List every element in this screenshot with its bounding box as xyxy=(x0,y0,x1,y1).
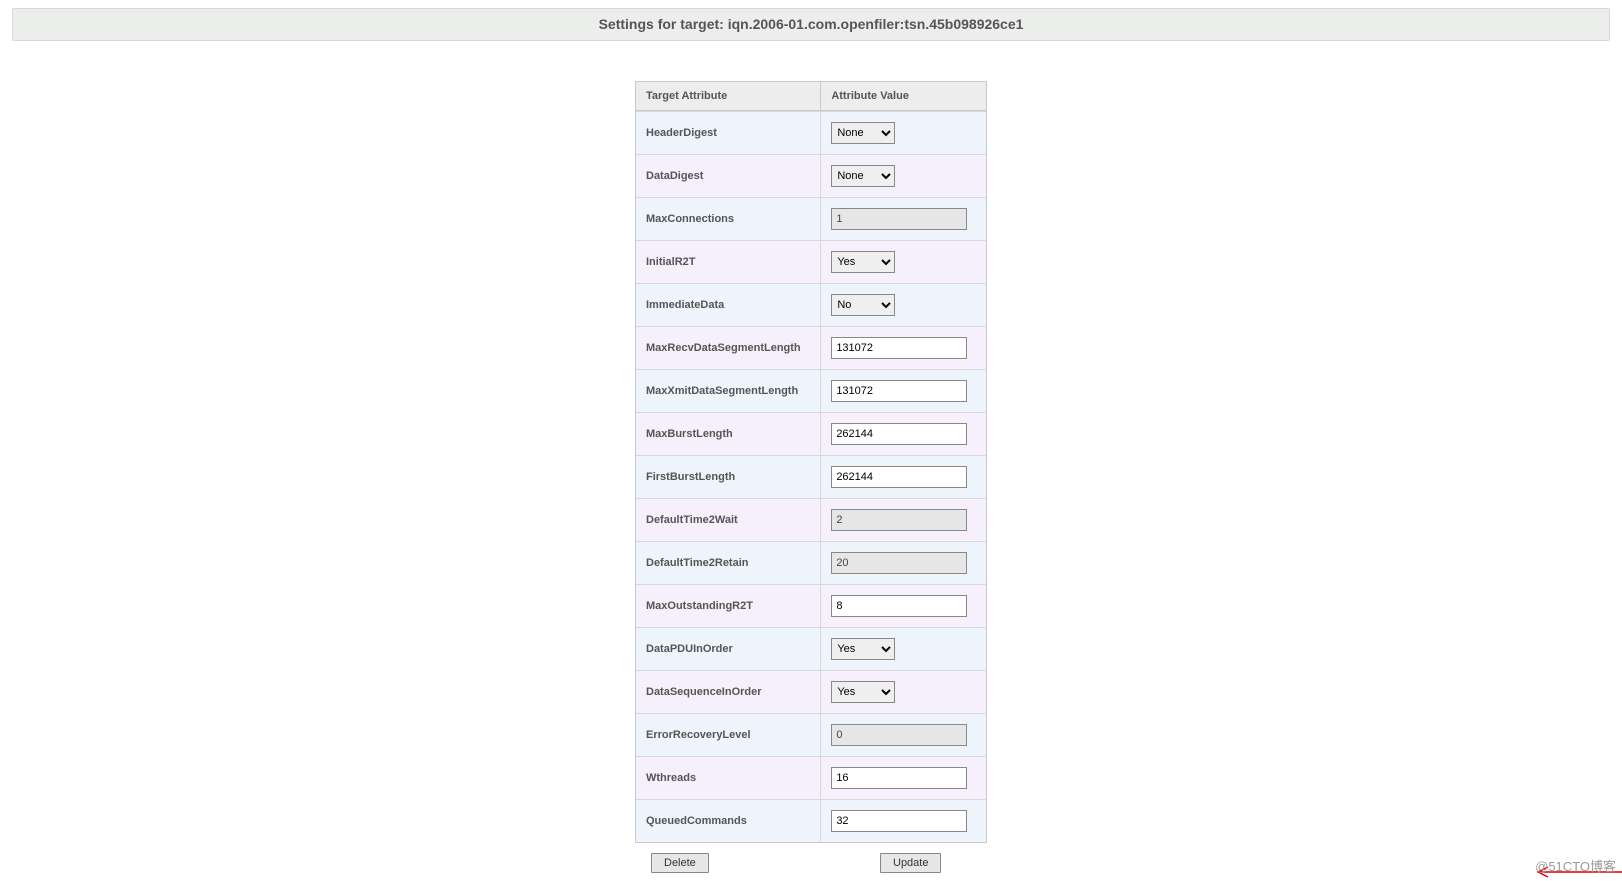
attribute-value-cell xyxy=(820,412,986,455)
attribute-name: FirstBurstLength xyxy=(636,455,820,498)
attribute-input[interactable] xyxy=(831,466,967,488)
attribute-select[interactable]: None xyxy=(831,122,895,144)
table-row: DataSequenceInOrder Yes xyxy=(636,670,986,713)
attribute-value-cell xyxy=(820,584,986,627)
attribute-name: ErrorRecoveryLevel xyxy=(636,713,820,756)
attribute-name: QueuedCommands xyxy=(636,799,820,842)
attribute-input xyxy=(831,509,967,531)
table-row: MaxConnections xyxy=(636,197,986,240)
attribute-select[interactable]: Yes xyxy=(831,681,895,703)
attribute-input xyxy=(831,208,967,230)
attribute-name: MaxBurstLength xyxy=(636,412,820,455)
attribute-input xyxy=(831,724,967,746)
table-row: ErrorRecoveryLevel xyxy=(636,713,986,756)
page-title: Settings for target: iqn.2006-01.com.ope… xyxy=(12,8,1610,41)
attribute-input[interactable] xyxy=(831,380,967,402)
attribute-input[interactable] xyxy=(831,337,967,359)
attribute-select[interactable]: None xyxy=(831,165,895,187)
attribute-value-cell: Yes xyxy=(820,670,986,713)
table-row: MaxBurstLength xyxy=(636,412,986,455)
attribute-name: DataSequenceInOrder xyxy=(636,670,820,713)
attribute-name: MaxRecvDataSegmentLength xyxy=(636,326,820,369)
table-row: ImmediateData No xyxy=(636,283,986,326)
attribute-value-cell xyxy=(820,197,986,240)
attribute-name: MaxConnections xyxy=(636,197,820,240)
table-row: DefaultTime2Wait xyxy=(636,498,986,541)
table-row: MaxXmitDataSegmentLength xyxy=(636,369,986,412)
attribute-name: DefaultTime2Wait xyxy=(636,498,820,541)
table-row: FirstBurstLength xyxy=(636,455,986,498)
attribute-value-cell: No xyxy=(820,283,986,326)
table-row: DataDigest None xyxy=(636,154,986,197)
table-row: Wthreads xyxy=(636,756,986,799)
delete-button[interactable]: Delete xyxy=(651,853,709,873)
table-row: QueuedCommands xyxy=(636,799,986,842)
attribute-name: ImmediateData xyxy=(636,283,820,326)
attribute-name: DataPDUInOrder xyxy=(636,627,820,670)
attribute-value-cell: None xyxy=(820,154,986,197)
attribute-input[interactable] xyxy=(831,767,967,789)
attribute-value-cell xyxy=(820,498,986,541)
attribute-select[interactable]: No xyxy=(831,294,895,316)
attribute-value-cell: Yes xyxy=(820,240,986,283)
column-header-value: Attribute Value xyxy=(820,82,986,111)
attribute-select[interactable]: Yes xyxy=(831,638,895,660)
attribute-value-cell xyxy=(820,455,986,498)
attribute-select[interactable]: Yes xyxy=(831,251,895,273)
attribute-value-cell xyxy=(820,713,986,756)
attribute-value-cell xyxy=(820,326,986,369)
attribute-name: MaxOutstandingR2T xyxy=(636,584,820,627)
target-attribute-table: Target Attribute Attribute Value HeaderD… xyxy=(635,81,987,843)
table-row: MaxOutstandingR2T xyxy=(636,584,986,627)
attribute-name: HeaderDigest xyxy=(636,111,820,154)
attribute-name: MaxXmitDataSegmentLength xyxy=(636,369,820,412)
table-row: HeaderDigest None xyxy=(636,111,986,154)
attribute-value-cell xyxy=(820,541,986,584)
attribute-input[interactable] xyxy=(831,423,967,445)
attribute-value-cell: None xyxy=(820,111,986,154)
attribute-input xyxy=(831,552,967,574)
update-button[interactable]: Update xyxy=(880,853,941,873)
attribute-value-cell xyxy=(820,799,986,842)
attribute-name: DataDigest xyxy=(636,154,820,197)
table-row: DataPDUInOrder Yes xyxy=(636,627,986,670)
table-row: MaxRecvDataSegmentLength xyxy=(636,326,986,369)
attribute-name: DefaultTime2Retain xyxy=(636,541,820,584)
attribute-name: InitialR2T xyxy=(636,240,820,283)
attribute-input[interactable] xyxy=(831,810,967,832)
attribute-value-cell: Yes xyxy=(820,627,986,670)
column-header-attribute: Target Attribute xyxy=(636,82,820,111)
attribute-name: Wthreads xyxy=(636,756,820,799)
table-row: DefaultTime2Retain xyxy=(636,541,986,584)
watermark-text: @51CTO博客 xyxy=(1535,856,1616,875)
table-row: InitialR2T Yes xyxy=(636,240,986,283)
attribute-value-cell xyxy=(820,369,986,412)
attribute-value-cell xyxy=(820,756,986,799)
attribute-input[interactable] xyxy=(831,595,967,617)
button-row: Delete Update xyxy=(635,853,987,881)
